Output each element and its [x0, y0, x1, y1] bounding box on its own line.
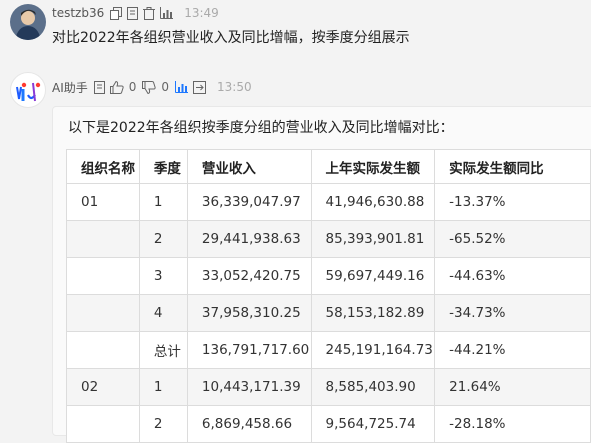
user-avatar [10, 4, 46, 40]
table-cell: 58,153,182.89 [310, 294, 436, 332]
table-cell: -13.37% [434, 183, 591, 221]
table-row: 4 37,958,310.25 58,153,182.89 -34.73% [66, 294, 591, 332]
ai-name: AI助手 [52, 80, 88, 95]
table-cell [66, 294, 140, 332]
thumbs-up-icon[interactable] [109, 80, 124, 94]
ai-meta-bar: AI助手 0 0 13:50 [52, 78, 252, 96]
table-cell: -34.73% [434, 294, 591, 332]
col-header-org: 组织名称 [66, 149, 140, 184]
col-header-yoy: 实际发生额同比 [434, 149, 591, 184]
table-cell: -28.18% [434, 405, 591, 443]
table-row: 01 1 36,339,047.97 41,946,630.88 -13.37% [66, 183, 591, 221]
table-header-row: 组织名称 季度 营业收入 上年实际发生额 实际发生额同比 [66, 149, 591, 184]
user-meta-bar: testzb36 13:49 [52, 4, 219, 22]
table-cell: 2 [138, 220, 188, 258]
table-cell: -44.21% [434, 331, 591, 369]
table-cell: 3 [138, 257, 188, 295]
table-cell: 01 [66, 183, 140, 221]
table-row: 2 6,869,458.66 9,564,725.74 -28.18% [66, 405, 591, 443]
revenue-table: 组织名称 季度 营业收入 上年实际发生额 实际发生额同比 01 1 36,339… [66, 149, 591, 443]
table-cell: 1 [138, 183, 188, 221]
table-cell: 136,791,717.60 [186, 331, 312, 369]
table-cell: 1 [138, 368, 188, 406]
table-cell: 59,697,449.16 [310, 257, 436, 295]
table-cell: 29,441,938.63 [186, 220, 312, 258]
table-row: 2 29,441,938.63 85,393,901.81 -65.52% [66, 220, 591, 258]
table-cell: 10,443,171.39 [186, 368, 312, 406]
table-cell [66, 405, 140, 443]
table-cell [66, 331, 140, 369]
table-cell: 2 [138, 405, 188, 443]
user-message-text: 对比2022年各组织营业收入及同比增幅，按季度分组展示 [52, 30, 410, 46]
copy-icon[interactable] [110, 6, 123, 20]
table-cell: 36,339,047.97 [186, 183, 312, 221]
table-cell: -44.63% [434, 257, 591, 295]
table-cell: 4 [138, 294, 188, 332]
table-cell: 8,585,403.90 [310, 368, 436, 406]
ai-intro-text: 以下是2022年各组织按季度分组的营业收入及同比增幅对比： [68, 120, 454, 136]
table-cell: 总计 [138, 331, 188, 369]
table-row: 总计 136,791,717.60 245,191,164.73 -44.21% [66, 331, 591, 369]
table-cell: 245,191,164.73 [310, 331, 436, 369]
export-icon[interactable] [193, 80, 207, 94]
col-header-revenue: 营业收入 [186, 149, 312, 184]
copy-icon[interactable] [93, 80, 105, 94]
table-cell: 37,958,310.25 [186, 294, 312, 332]
chart-icon[interactable] [175, 81, 189, 93]
col-header-quarter: 季度 [138, 149, 188, 184]
table-cell [66, 257, 140, 295]
username: testzb36 [52, 6, 105, 20]
thumbs-down-icon[interactable] [142, 80, 157, 94]
table-cell: 33,052,420.75 [186, 257, 312, 295]
table-cell: -65.52% [434, 220, 591, 258]
table-cell: 41,946,630.88 [310, 183, 436, 221]
document-icon[interactable] [127, 6, 139, 20]
table-cell: 85,393,901.81 [310, 220, 436, 258]
table-cell: 6,869,458.66 [186, 405, 312, 443]
user-message-time: 13:49 [184, 6, 219, 20]
like-count: 0 [128, 80, 137, 94]
chart-icon[interactable] [160, 7, 174, 19]
table-cell: 9,564,725.74 [310, 405, 436, 443]
ai-avatar [10, 72, 46, 108]
col-header-prior-year: 上年实际发生额 [310, 149, 436, 184]
table-cell: 21.64% [434, 368, 591, 406]
table-cell [66, 220, 140, 258]
table-row: 02 1 10,443,171.39 8,585,403.90 21.64% [66, 368, 591, 406]
trash-icon[interactable] [143, 6, 156, 20]
table-row: 3 33,052,420.75 59,697,449.16 -44.63% [66, 257, 591, 295]
table-cell: 02 [66, 368, 140, 406]
ai-message-time: 13:50 [217, 80, 252, 94]
dislike-count: 0 [161, 80, 170, 94]
